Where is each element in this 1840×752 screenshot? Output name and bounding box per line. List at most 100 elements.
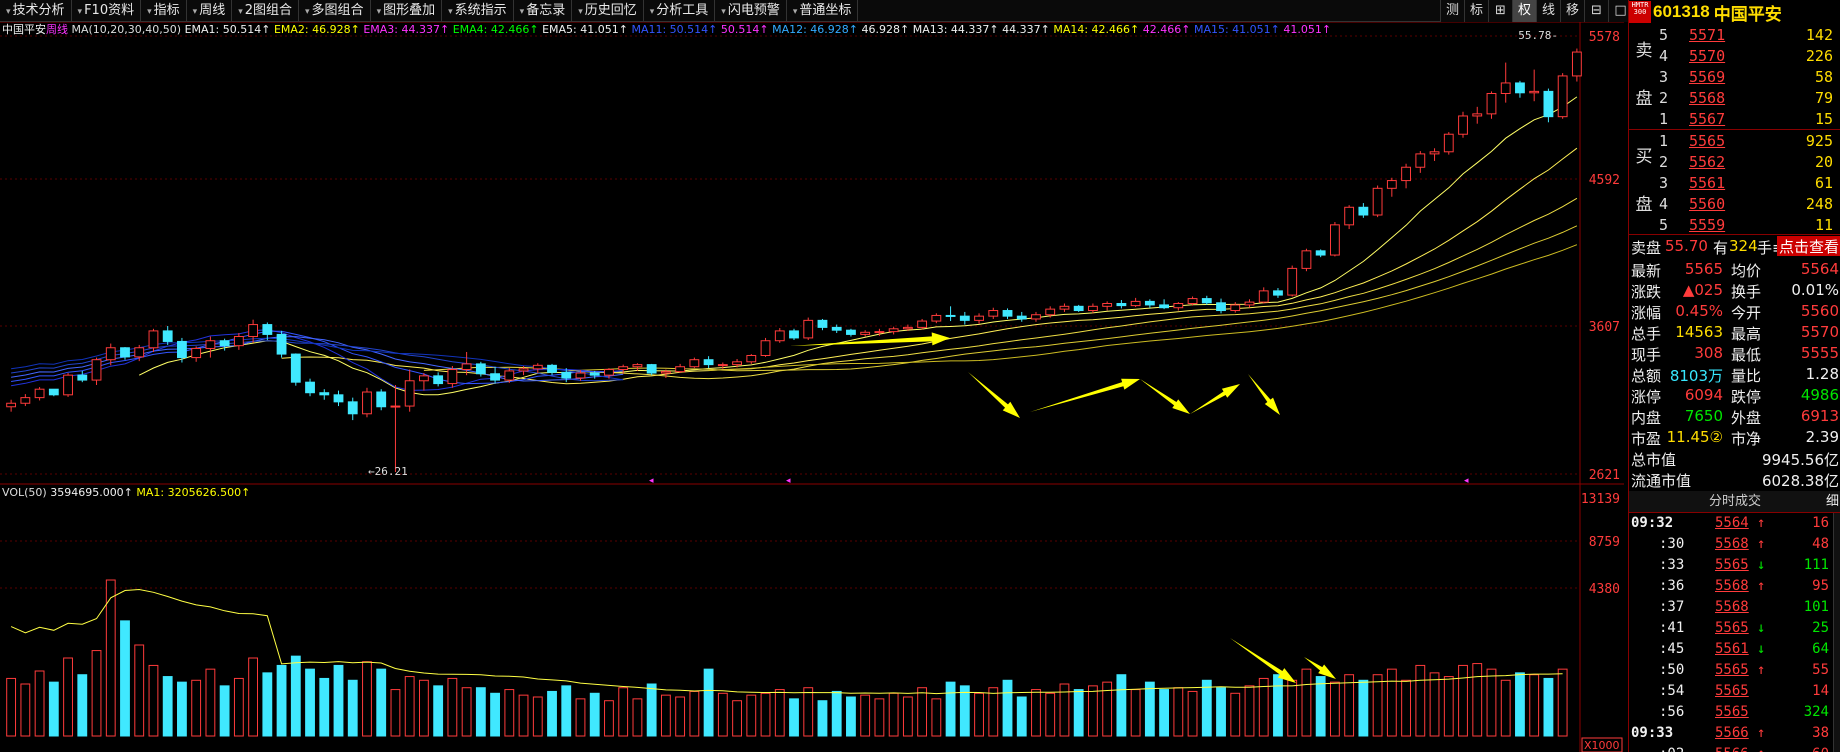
- toolbar-item-5[interactable]: 多图组合: [299, 0, 371, 22]
- right-tool-2[interactable]: ⊞: [1488, 0, 1512, 22]
- candle: [547, 363, 557, 376]
- candle: [931, 313, 942, 324]
- volume-bar: [48, 681, 59, 737]
- asks-row[interactable]: 4 5570 226: [1629, 45, 1840, 66]
- toolbar-item-10[interactable]: 分析工具: [644, 0, 716, 22]
- volume-bar: [575, 698, 586, 737]
- candle: [1329, 222, 1340, 257]
- volume-bar: [1472, 663, 1483, 737]
- toolbar-item-12[interactable]: 普通坐标: [787, 0, 859, 22]
- annotation-arrow: [1230, 638, 1296, 683]
- volume-bar: [376, 668, 387, 737]
- candle: [945, 306, 956, 322]
- volume-bar: [490, 692, 500, 737]
- volume-bar: [1002, 679, 1013, 737]
- asks-row[interactable]: 5 5571 142: [1629, 24, 1840, 45]
- toolbar-item-7[interactable]: 系统指示: [442, 0, 514, 22]
- candle: [1543, 88, 1554, 123]
- toolbar-item-11[interactable]: 闪电预警: [715, 0, 787, 22]
- candle: [760, 337, 771, 357]
- candle: [233, 333, 244, 350]
- volume-bar: [817, 700, 828, 737]
- volume-bar: [1045, 692, 1056, 737]
- right-tool-5[interactable]: 移: [1560, 0, 1584, 22]
- volume-bar: [20, 683, 31, 737]
- tick-list: 分时成交细 09:32 5564 ↑ 16:30 5568 ↑ 48:33 5565 ↓ 111:3…: [1629, 491, 1840, 752]
- marker-triangle: ◂: [1464, 476, 1469, 486]
- volume-bar: [561, 685, 572, 737]
- asks-row[interactable]: 2 5568 79: [1629, 87, 1840, 108]
- indicator-7: 50.514↑: [721, 23, 772, 36]
- bids-row[interactable]: 4 5560 248: [1629, 193, 1840, 214]
- candle: [1458, 111, 1468, 138]
- toolbar-item-3[interactable]: 周线: [187, 0, 233, 22]
- ma-line-20: [281, 147, 1578, 385]
- bids-row[interactable]: 2 5562 20: [1629, 151, 1840, 172]
- bids-side-label: 买盘: [1635, 147, 1653, 215]
- toolbar-item-4[interactable]: 2图组合: [232, 0, 300, 22]
- toolbar-item-9[interactable]: 历史回忆: [572, 0, 644, 22]
- price-axis-label: 2621: [1589, 468, 1620, 483]
- indicator-11: 44.337↑: [1002, 23, 1053, 36]
- volume-bar: [632, 698, 643, 737]
- volume-bar: [1073, 689, 1084, 737]
- candle: [1173, 302, 1184, 311]
- volume-bar: [1031, 689, 1041, 737]
- right-tool-0[interactable]: 测: [1440, 0, 1464, 22]
- volume-bar: [91, 650, 102, 737]
- volume-bar: [461, 687, 472, 737]
- candle: [974, 313, 984, 324]
- volume-bar: [945, 681, 956, 737]
- candle: [262, 322, 273, 341]
- volume-bar: [134, 644, 145, 737]
- volume-bar: [689, 690, 700, 737]
- volume-bar: [604, 700, 614, 737]
- asks-row[interactable]: 1 5567 15: [1629, 108, 1840, 129]
- candle: [1401, 163, 1411, 189]
- toolbar-item-6[interactable]: 图形叠加: [371, 0, 443, 22]
- candle: [675, 363, 686, 374]
- view-button[interactable]: 点击查看: [1776, 236, 1840, 256]
- right-tool-1[interactable]: 标: [1464, 0, 1488, 22]
- toolbar-item-8[interactable]: 备忘录: [514, 0, 573, 22]
- candle: [20, 394, 31, 407]
- volume-axis-label: 8759: [1589, 535, 1620, 550]
- right-tool-6[interactable]: ⊟: [1584, 0, 1608, 22]
- candle: [846, 328, 856, 337]
- candle: [1486, 91, 1497, 119]
- right-tool-3[interactable]: 权: [1512, 0, 1536, 22]
- toolbar-item-2[interactable]: 指标: [141, 0, 187, 22]
- candle: [1031, 311, 1041, 322]
- annotation-arrow: [1140, 379, 1190, 414]
- asks-row[interactable]: 3 5569 58: [1629, 66, 1840, 87]
- indicator-14: MA15: 41.051↑: [1194, 23, 1283, 36]
- kline-chart[interactable]: 中国平安周线 MA(10,20,30,40,50) EMA1: 50.514↑ …: [0, 22, 1624, 752]
- bids-row[interactable]: 1 5565 925: [1629, 130, 1840, 151]
- indicator-1: EMA1: 50.514↑: [185, 23, 274, 36]
- tick-scrollbar[interactable]: [1833, 513, 1840, 752]
- right-tool-4[interactable]: 线: [1536, 0, 1560, 22]
- volume-bar: [675, 696, 686, 737]
- bids-row[interactable]: 3 5561 61: [1629, 172, 1840, 193]
- volume-bar: [831, 690, 842, 737]
- candle: [703, 356, 714, 369]
- chart-header: 中国平安周线 MA(10,20,30,40,50) EMA1: 50.514↑ …: [2, 22, 1331, 36]
- annotation-arrow: [968, 372, 1020, 418]
- volume-bar: [1088, 685, 1098, 737]
- volume-bar: [305, 668, 315, 737]
- volume-bar: [618, 687, 629, 737]
- price-axis-label: 5578: [1589, 30, 1620, 45]
- indicator-12: MA14: 42.466↑: [1053, 23, 1142, 36]
- volume-axis-label: 13139: [1581, 492, 1620, 507]
- volume-bar: [233, 677, 244, 737]
- tick-header: 分时成交细: [1629, 491, 1840, 513]
- toolbar-item-1[interactable]: F10资料: [72, 0, 142, 22]
- toolbar-item-0[interactable]: 技术分析: [0, 0, 72, 22]
- candle: [1244, 299, 1255, 308]
- bids-row[interactable]: 5 5559 11: [1629, 214, 1840, 235]
- candle: [305, 378, 315, 397]
- volume-bar: [248, 657, 259, 737]
- indicator-13: 42.466↑: [1143, 23, 1194, 36]
- chart-period: 周线: [46, 22, 72, 36]
- detail-button[interactable]: 细: [1826, 491, 1839, 513]
